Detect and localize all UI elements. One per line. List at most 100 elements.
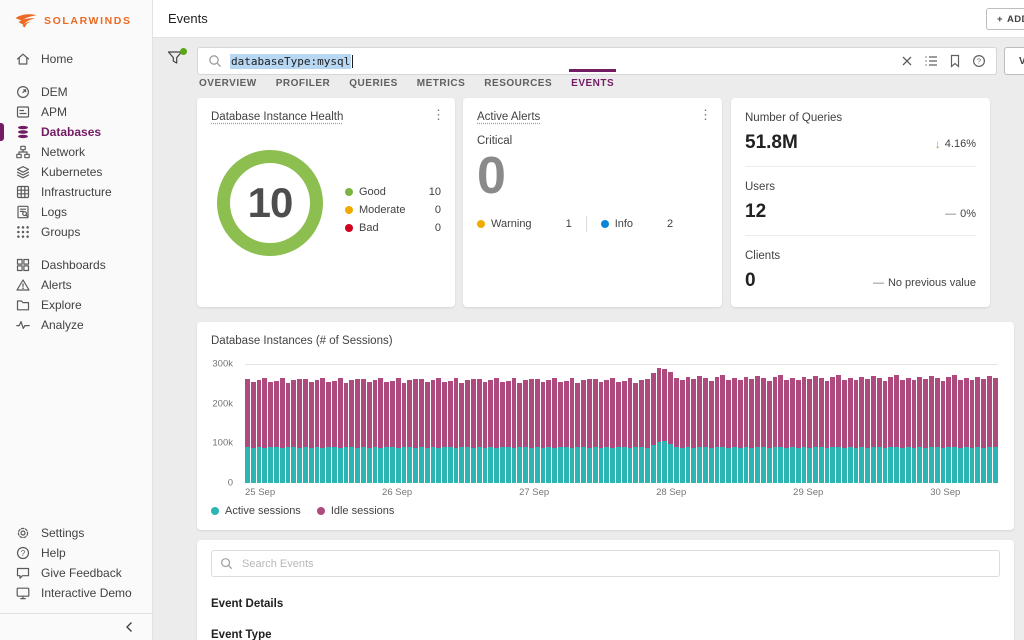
chart-bar (992, 378, 998, 483)
sidebar-item-label: Settings (41, 526, 85, 540)
tab-metrics[interactable]: METRICS (415, 69, 468, 95)
chart-bar (702, 378, 708, 483)
chart-bar (760, 378, 766, 483)
sidebar-item-kubernetes[interactable]: Kubernetes (0, 162, 152, 182)
query-history-icon[interactable] (924, 54, 938, 68)
chart-bar (581, 380, 587, 483)
chart-bar (940, 380, 946, 483)
sidebar-group-0: Home (0, 49, 152, 69)
health-donut-chart[interactable]: 10 (217, 150, 323, 256)
settings-icon (15, 525, 31, 541)
chart-bar (871, 375, 876, 483)
tab-resources[interactable]: RESOURCES (482, 69, 554, 95)
sidebar-item-alerts[interactable]: Alerts (0, 275, 152, 295)
chart-bar (737, 379, 743, 483)
kebab-menu-icon[interactable]: ⋮ (432, 108, 445, 121)
sidebar-item-give-feedback[interactable]: Give Feedback (0, 563, 152, 583)
kubernetes-icon (15, 164, 31, 180)
chart-bar (569, 377, 575, 483)
explore-icon (15, 297, 31, 313)
x-tick-label: 30 Sep (930, 487, 961, 498)
logs-icon (15, 204, 31, 220)
sidebar-item-groups[interactable]: Groups (0, 222, 152, 242)
query-help-icon[interactable]: ? (972, 54, 986, 68)
view-button[interactable]: VIEW (1004, 47, 1024, 75)
add-button[interactable]: + ADD (986, 8, 1024, 30)
brand-logo[interactable]: SOLARWINDS (0, 0, 152, 36)
tab-profiler[interactable]: PROFILER (274, 69, 333, 95)
chart-bar (644, 378, 650, 483)
sidebar-item-network[interactable]: Network (0, 142, 152, 162)
chart-bar (627, 377, 633, 483)
sidebar-item-label: Dashboards (41, 258, 106, 272)
kebab-menu-icon[interactable]: ⋮ (699, 108, 712, 121)
chart-bar (273, 380, 279, 483)
health-legend-moderate: Moderate 0 (345, 204, 441, 216)
legend-value: 0 (434, 222, 441, 234)
filter-funnel-icon[interactable] (167, 48, 187, 72)
alert-label: Info (614, 218, 634, 230)
chart-bar (633, 383, 639, 483)
feedback-icon (15, 565, 31, 581)
chart-bar (337, 377, 343, 483)
sidebar-item-label: Help (41, 546, 66, 560)
sidebar-item-dashboards[interactable]: Dashboards (0, 255, 152, 275)
stat-label: Number of Queries (745, 112, 843, 124)
tab-queries[interactable]: QUERIES (347, 69, 400, 95)
tab-overview[interactable]: OVERVIEW (197, 69, 259, 95)
chart-bar (592, 379, 598, 483)
sidebar-item-label: Kubernetes (41, 165, 103, 179)
chart-bar (552, 378, 558, 483)
sidebar-item-explore[interactable]: Explore (0, 295, 152, 315)
chart-bar (540, 381, 546, 483)
solarwinds-logo-icon (14, 13, 38, 28)
help-icon: ? (15, 545, 31, 561)
chart-bar (673, 377, 679, 483)
chart-bar (946, 377, 952, 483)
legend-dot-icon (345, 224, 353, 232)
sidebar-item-help[interactable]: ? Help (0, 543, 152, 563)
sidebar-item-apm[interactable]: APM (0, 102, 152, 122)
chart-bar (708, 380, 714, 483)
chart-bar (413, 378, 418, 483)
chart-bar (529, 378, 534, 483)
bookmark-icon[interactable] (948, 54, 962, 68)
search-events-input[interactable] (211, 550, 1000, 577)
sidebar-item-label: Explore (41, 298, 82, 312)
stat-delta: 0% (960, 208, 976, 220)
sidebar-group-2: Dashboards Alerts Explore Analyze (0, 255, 152, 335)
health-total: 10 (247, 179, 294, 226)
sidebar-item-label: Network (41, 145, 86, 159)
stat-label: Clients (745, 250, 781, 262)
sidebar-item-analyze[interactable]: Analyze (0, 315, 152, 335)
sidebar-item-databases[interactable]: Databases (0, 122, 152, 142)
chart-bar (471, 378, 476, 483)
sidebar-item-label: DEM (41, 85, 68, 99)
sidebar-item-dem[interactable]: DEM (0, 82, 152, 102)
tab-events[interactable]: EVENTS (569, 69, 617, 95)
x-tick-label: 27 Sep (519, 487, 550, 498)
chart-bar (789, 377, 795, 483)
chart-bar (668, 371, 673, 483)
x-tick-label: 29 Sep (793, 487, 824, 498)
sidebar-item-interactive-demo[interactable]: Interactive Demo (0, 583, 152, 603)
sidebar-item-label: Infrastructure (41, 185, 112, 199)
apm-icon (15, 104, 31, 120)
collapse-sidebar-icon[interactable] (122, 619, 138, 635)
legend-dot-icon (211, 507, 219, 515)
chart-bar (558, 381, 563, 483)
chart-bar (830, 377, 836, 483)
alert-count-info: Info 2 (600, 218, 673, 230)
chart-bar (911, 379, 917, 483)
sidebar-item-label: Give Feedback (41, 566, 122, 580)
chart-bar (743, 376, 749, 483)
chart-bar (563, 380, 569, 483)
sidebar-item-settings[interactable]: Settings (0, 523, 152, 543)
sidebar-item-infrastructure[interactable]: Infrastructure (0, 182, 152, 202)
chart-bar (343, 383, 349, 483)
chart-plot[interactable] (245, 364, 998, 483)
sidebar-item-home[interactable]: Home (0, 49, 152, 69)
sidebar-item-logs[interactable]: Logs (0, 202, 152, 222)
clear-query-icon[interactable] (900, 54, 914, 68)
stat-value: 12 (745, 201, 767, 222)
